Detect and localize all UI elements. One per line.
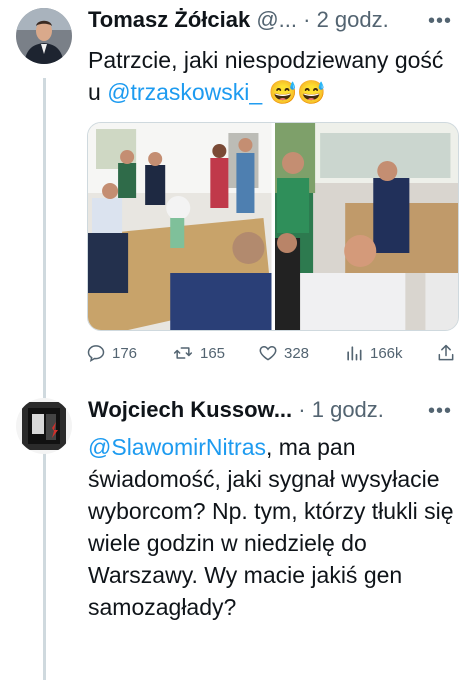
tweet1-emoji: 😅😅 [262,79,326,105]
share-button[interactable] [436,343,456,363]
tweet1-actions: 176 165 328 166k [86,343,460,367]
retweet-icon [173,347,193,359]
more-icon[interactable]: ••• [428,400,452,423]
tweet2-separator: · [298,397,306,422]
avatar-tomasz[interactable] [16,8,72,64]
like-icon [259,345,277,361]
thread-connector-line [43,78,46,680]
like-count: 328 [284,344,310,362]
tweet1-header: Tomasz Żółciak @... · 2 godz. [88,6,389,34]
tweet2-text: @SlawomirNitras, ma pan świadomość, jaki… [88,431,464,623]
share-icon [438,344,454,361]
reply-button[interactable]: 176 [86,343,137,363]
tweet1-separator: · [303,7,311,32]
tweet2-author-name[interactable]: Wojciech Kussow... [88,397,292,422]
views-icon [347,346,362,361]
tweet1-photo-left[interactable] [88,123,272,330]
tweet2-text-plain: , ma pan świadomość, jaki sygnał wysyłac… [88,434,454,620]
tweet1-handle[interactable]: @... [256,7,297,32]
more-icon[interactable]: ••• [428,10,452,33]
avatar-wojciech[interactable] [16,398,72,454]
retweet-button[interactable]: 165 [172,343,225,363]
tweet1-media[interactable] [87,122,459,331]
views-count: 166k [370,344,403,362]
tweet1-photo-right[interactable] [274,123,458,330]
tweet2-time[interactable]: 1 godz. [312,397,384,422]
tweet1-mention-link[interactable]: @trzaskowski_ [107,79,262,105]
tweet1-text: Patrzcie, jaki niespodziewany gość u @tr… [88,44,458,108]
tweet2-mention-link[interactable]: @SlawomirNitras [88,434,266,460]
tweet2-header: Wojciech Kussow... · 1 godz. [88,396,384,424]
tweet1-author-name[interactable]: Tomasz Żółciak [88,7,250,32]
like-button[interactable]: 328 [258,343,309,363]
reply-icon [87,345,105,362]
views-button[interactable]: 166k [344,343,403,363]
retweet-count: 165 [200,344,226,362]
reply-count: 176 [112,344,138,362]
tweet1-time[interactable]: 2 godz. [317,7,389,32]
